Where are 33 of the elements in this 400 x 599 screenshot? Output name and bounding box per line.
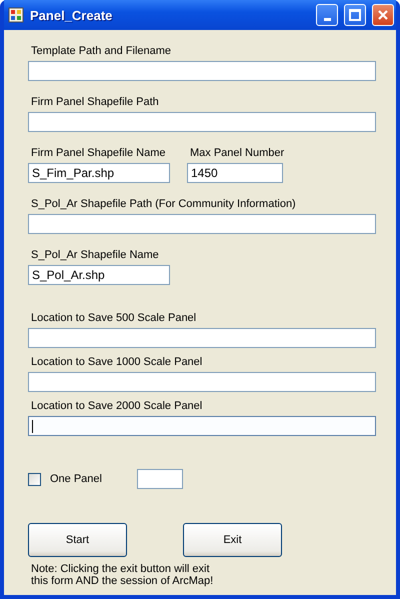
field-label: Max Panel Number [189, 146, 283, 160]
field-label: S_Pol_Ar Shapefile Name [30, 248, 160, 262]
checkbox[interactable] [28, 472, 41, 486]
field-label: Template Path and Filename [30, 44, 172, 58]
field-label: S_Pol_Ar Shapefile Path (For Community Information) [30, 197, 297, 211]
text-field[interactable] [28, 416, 376, 436]
checkbox-label: One Panel [49, 472, 103, 486]
window-title: Panel_Create [30, 8, 114, 22]
field-label: Location to Save 1000 Scale Panel [30, 355, 204, 369]
text-field[interactable]: S_Fim_Par.shp [28, 163, 170, 183]
app-icon [8, 7, 24, 23]
text-field[interactable] [28, 328, 376, 348]
text-caret [32, 420, 33, 432]
field-label: Location to Save 2000 Scale Panel [30, 399, 204, 413]
field-label: Firm Panel Shapefile Path [30, 95, 160, 109]
start-button[interactable]: Start [28, 523, 127, 557]
maximize-button[interactable] [344, 4, 366, 26]
field-label: Firm Panel Shapefile Name [30, 146, 167, 160]
text-field[interactable] [28, 112, 376, 132]
maximize-icon [349, 9, 361, 21]
text-field[interactable] [28, 372, 376, 392]
exit-button[interactable]: Exit [183, 523, 282, 557]
minimize-icon [324, 18, 330, 21]
field-label: Location to Save 500 Scale Panel [30, 311, 198, 325]
text-field[interactable]: S_Pol_Ar.shp [28, 265, 170, 285]
close-icon [377, 9, 389, 21]
panel-number-field[interactable] [137, 469, 183, 489]
text-field[interactable] [28, 61, 376, 81]
minimize-button[interactable] [316, 4, 338, 26]
text-field[interactable]: 1450 [187, 163, 283, 183]
note-text: Note: Clicking the exit button will exit this form AND the session of ArcMap! [30, 563, 214, 587]
close-button[interactable] [372, 4, 394, 26]
text-field[interactable] [28, 214, 376, 234]
